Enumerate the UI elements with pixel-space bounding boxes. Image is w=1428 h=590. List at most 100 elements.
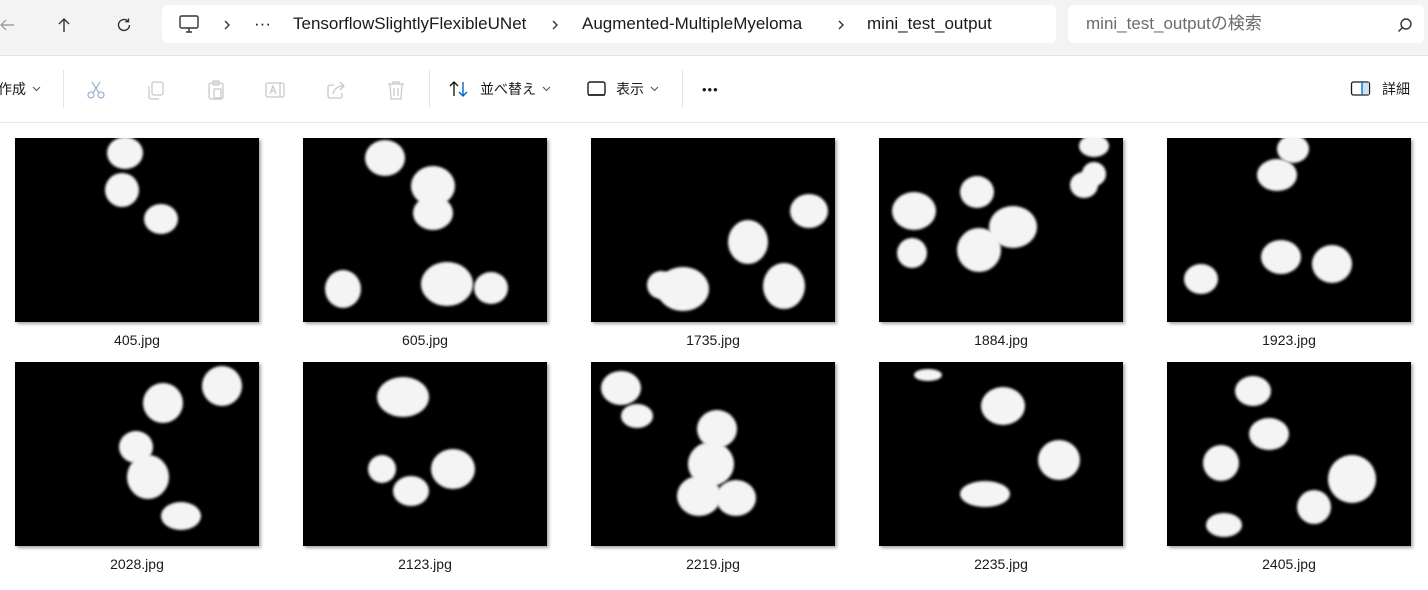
- cell-blob: [1297, 490, 1331, 524]
- file-thumbnail[interactable]: [591, 138, 835, 322]
- file-name[interactable]: 1884.jpg: [859, 332, 1143, 348]
- cell-blob: [325, 270, 361, 308]
- share-icon: [327, 81, 345, 99]
- file-thumbnail[interactable]: [303, 138, 547, 322]
- chevron-down-icon: [32, 86, 41, 92]
- file-thumbnail[interactable]: [303, 362, 547, 546]
- cell-blob: [393, 476, 429, 506]
- cell-blob: [1277, 138, 1309, 163]
- more-options-button[interactable]: •••: [702, 56, 719, 122]
- cell-blob: [1206, 513, 1242, 537]
- file-item[interactable]: 2028.jpg: [15, 347, 259, 572]
- file-thumbnail[interactable]: [15, 362, 259, 546]
- file-item[interactable]: 605.jpg: [303, 123, 547, 348]
- file-item[interactable]: 2235.jpg: [879, 347, 1123, 572]
- file-name[interactable]: 2405.jpg: [1147, 556, 1428, 572]
- cut-button[interactable]: [84, 78, 108, 102]
- details-button[interactable]: 詳細: [1350, 56, 1410, 122]
- share-button[interactable]: [324, 78, 348, 102]
- up-button[interactable]: [49, 10, 79, 40]
- refresh-button[interactable]: [109, 10, 139, 40]
- cell-blob: [431, 449, 475, 489]
- file-item[interactable]: 2405.jpg: [1167, 347, 1411, 572]
- rename-button[interactable]: [264, 78, 288, 102]
- file-name[interactable]: 1923.jpg: [1147, 332, 1428, 348]
- cut-icon: [87, 81, 105, 99]
- search-input[interactable]: mini_test_outputの検索: [1086, 5, 1262, 43]
- cell-blob: [1038, 440, 1080, 480]
- cell-blob: [1312, 245, 1352, 283]
- file-name[interactable]: 2235.jpg: [859, 556, 1143, 572]
- file-item[interactable]: 405.jpg: [15, 123, 259, 348]
- paste-button[interactable]: [204, 78, 228, 102]
- search-box[interactable]: mini_test_outputの検索: [1068, 5, 1424, 43]
- cell-blob: [474, 272, 508, 304]
- file-item[interactable]: 2123.jpg: [303, 347, 547, 572]
- file-name[interactable]: 2028.jpg: [0, 556, 279, 572]
- divider: [682, 70, 683, 108]
- view-label: 表示: [616, 81, 644, 97]
- command-bar: 作成 並べ替え 表示 ••• 詳細: [0, 56, 1428, 123]
- copy-button[interactable]: [144, 78, 168, 102]
- chevron-right-icon[interactable]: [550, 18, 560, 36]
- cell-blob: [202, 366, 242, 406]
- cell-blob: [368, 455, 396, 483]
- address-box[interactable]: ··· TensorflowSlightlyFlexibleUNet Augme…: [162, 5, 1056, 43]
- sort-button[interactable]: 並べ替え: [448, 56, 551, 122]
- cell-blob: [1257, 159, 1297, 191]
- arrow-left-icon: [0, 19, 14, 31]
- cell-blob: [1082, 162, 1106, 186]
- cell-blob: [601, 371, 641, 405]
- cell-blob: [790, 194, 828, 228]
- breadcrumb-overflow[interactable]: ···: [254, 5, 271, 43]
- delete-button[interactable]: [384, 78, 408, 102]
- file-grid: 405.jpg 605.jpg 1735.jpg 1884.jpg 1923.jpg 20…: [0, 123, 1428, 590]
- file-name[interactable]: 605.jpg: [283, 332, 567, 348]
- file-item[interactable]: 1923.jpg: [1167, 123, 1411, 348]
- file-thumbnail[interactable]: [879, 362, 1123, 546]
- file-thumbnail[interactable]: [1167, 362, 1411, 546]
- file-item[interactable]: 1884.jpg: [879, 123, 1123, 348]
- cell-blob: [981, 387, 1025, 425]
- file-name[interactable]: 405.jpg: [0, 332, 279, 348]
- file-name[interactable]: 1735.jpg: [571, 332, 855, 348]
- cell-blob: [161, 502, 201, 530]
- segmentation-mask-image: [105, 138, 178, 234]
- chevron-right-icon[interactable]: [222, 18, 232, 36]
- sort-label: 並べ替え: [480, 81, 536, 97]
- breadcrumb-item-current[interactable]: mini_test_output: [867, 5, 992, 43]
- segmentation-mask-image: [914, 369, 1080, 507]
- cell-blob: [647, 271, 675, 299]
- new-button[interactable]: 作成: [0, 56, 41, 122]
- file-thumbnail[interactable]: [15, 138, 259, 322]
- breadcrumb-item-project[interactable]: TensorflowSlightlyFlexibleUNet: [293, 5, 526, 43]
- cell-blob: [143, 383, 183, 423]
- file-item[interactable]: 2219.jpg: [591, 347, 835, 572]
- view-button[interactable]: 表示: [586, 56, 659, 122]
- cell-blob: [107, 138, 143, 169]
- cell-blob: [914, 369, 942, 381]
- file-thumbnail[interactable]: [879, 138, 1123, 322]
- file-name[interactable]: 2123.jpg: [283, 556, 567, 572]
- view-icon: [587, 81, 606, 96]
- file-thumbnail[interactable]: [591, 362, 835, 546]
- cell-blob: [960, 176, 994, 208]
- cell-blob: [413, 196, 453, 230]
- divider: [63, 70, 64, 108]
- search-icon[interactable]: [1397, 17, 1413, 38]
- file-thumbnail[interactable]: [1167, 138, 1411, 322]
- file-item[interactable]: 1735.jpg: [591, 123, 835, 348]
- cell-blob: [892, 192, 936, 230]
- monitor-icon[interactable]: [178, 14, 200, 39]
- rename-icon: [265, 82, 285, 98]
- cell-blob: [144, 204, 178, 234]
- cell-blob: [365, 140, 405, 176]
- back-button[interactable]: [0, 10, 22, 40]
- cell-blob: [897, 238, 927, 268]
- cell-blob: [421, 262, 473, 306]
- chevron-right-icon[interactable]: [836, 18, 846, 36]
- breadcrumb-item-dataset[interactable]: Augmented-MultipleMyeloma: [582, 5, 802, 43]
- paste-icon: [208, 80, 224, 100]
- cell-blob: [1235, 376, 1271, 406]
- file-name[interactable]: 2219.jpg: [571, 556, 855, 572]
